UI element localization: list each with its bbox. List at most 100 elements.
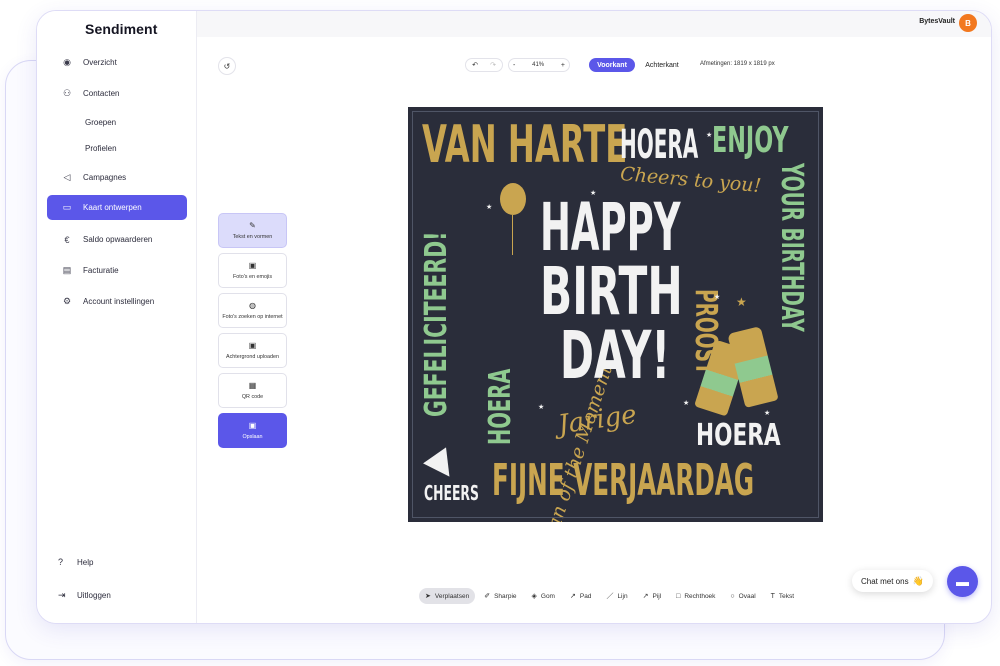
history-icon: ↺ [223, 61, 231, 71]
draw-tool-oval[interactable]: ○ Ovaal [724, 588, 761, 604]
sidebar-item-overzicht[interactable]: ◉ Overzicht [47, 50, 187, 75]
chat-prompt[interactable]: Chat met ons 👋 [852, 570, 933, 592]
app-stage: Sendiment ◉ Overzicht ⚇ Contacten Groepe… [0, 0, 1000, 666]
sidebar-item-groepen[interactable]: Groepen [47, 110, 187, 135]
balloon-string [512, 215, 513, 255]
sidebar-item-saldo-opwaarderen[interactable]: € Saldo opwaarderen [47, 227, 187, 252]
image-icon: ▣ [248, 340, 257, 350]
text-enjoy[interactable]: ENJOY [712, 123, 789, 159]
globe-icon: ◍ [249, 300, 256, 310]
history-button[interactable]: ↺ [218, 57, 236, 75]
sidebar-item-campagnes[interactable]: ◁ Campagnes [47, 165, 187, 190]
brand-logo[interactable]: Sendiment [85, 21, 157, 37]
wave-emoji: 👋 [912, 575, 924, 586]
draw-tool-eraser[interactable]: ◈ Gom [526, 588, 561, 604]
text-day[interactable]: DAY! [560, 323, 670, 389]
tool-label: Foto's en emojis [232, 273, 273, 280]
zoom-in-button[interactable]: + [557, 62, 569, 69]
undo-redo-group: ↶ ↷ [465, 58, 503, 72]
text-jarige[interactable]: Jarige [556, 400, 638, 441]
draw-tool-label: Tekst [778, 592, 795, 600]
zoom-level: 41% [532, 62, 545, 68]
image-icon: ▣ [248, 260, 257, 270]
megaphone-icon: ◁ [63, 172, 71, 182]
text-icon: T [770, 592, 775, 600]
text-hoera-right[interactable]: HOERA [696, 421, 781, 451]
text-happy[interactable]: HAPPY [540, 195, 680, 261]
qr-icon: ▦ [248, 380, 257, 390]
draw-tool-path[interactable]: ↗ Pad [564, 588, 597, 604]
cursor-icon: ➤ [425, 593, 431, 600]
star-icon: ★ [736, 295, 747, 309]
draw-tool-text[interactable]: T Tekst [765, 588, 800, 604]
pen-icon: ✎ [249, 220, 256, 230]
text-hoera-top[interactable]: HOERA [620, 125, 698, 165]
tool-text-shapes[interactable]: ✎ Tekst en vormen [218, 213, 287, 248]
sidebar-item-label: Facturatie [83, 266, 119, 275]
chat-button[interactable]: ▬ [947, 566, 978, 597]
tool-qr-code[interactable]: ▦ QR code [218, 373, 287, 408]
rectangle-icon: □ [676, 592, 681, 600]
sidebar-item-label: Groepen [85, 118, 117, 127]
sidebar-item-label: Overzicht [83, 58, 117, 67]
undo-icon[interactable]: ↶ [468, 61, 482, 69]
sidebar: Sendiment ◉ Overzicht ⚇ Contacten Groepe… [37, 11, 197, 623]
redo-icon[interactable]: ↷ [486, 61, 500, 69]
text-birth[interactable]: BIRTH [540, 259, 683, 325]
star-icon: ★ [538, 404, 545, 411]
text-gefeliciteerd[interactable]: GEFELICITEERD! [419, 232, 454, 417]
avatar[interactable]: B [959, 14, 977, 32]
tool-label: Opslaan [242, 433, 263, 440]
help-icon: ? [58, 557, 64, 567]
tool-label: Achtergrond uploaden [225, 353, 280, 360]
user-name[interactable]: BytesVault [919, 18, 955, 25]
save-button[interactable]: ▣ Opslaan [218, 413, 287, 448]
save-icon: ▣ [248, 420, 257, 430]
draw-tool-label: Pijl [652, 592, 662, 600]
sidebar-item-label: Profielen [85, 144, 117, 153]
text-cheers[interactable]: CHEERS [424, 483, 479, 503]
sidebar-item-label: Uitloggen [77, 591, 111, 600]
party-popper-illustration [423, 447, 461, 485]
eraser-icon: ◈ [531, 593, 537, 600]
back-side-button[interactable]: Achterkant [639, 58, 685, 72]
draw-tool-arrow[interactable]: ↗ Pijl [637, 588, 668, 604]
gear-icon: ⚙ [62, 296, 72, 306]
draw-tool-rectangle[interactable]: □ Rechthoek [670, 588, 721, 604]
sharpie-icon: ✐ [484, 593, 491, 600]
tool-upload-background[interactable]: ▣ Achtergrond uploaden [218, 333, 287, 368]
users-icon: ⚇ [62, 88, 72, 98]
star-icon: ★ [714, 294, 721, 301]
draw-tool-label: Ovaal [738, 592, 756, 600]
sidebar-item-facturatie[interactable]: ▤ Facturatie [47, 258, 187, 283]
sidebar-item-uitloggen[interactable]: ⇥ Uitloggen [58, 590, 111, 601]
tool-photos-emojis[interactable]: ▣ Foto's en emojis [218, 253, 287, 288]
star-icon: ★ [706, 132, 713, 139]
draw-tool-move[interactable]: ➤ Verplaatsen [419, 588, 476, 604]
draw-tool-sharpie[interactable]: ✐ Sharpie [478, 588, 522, 604]
path-icon: ↗ [569, 593, 576, 600]
zoom-out-button[interactable]: - [509, 62, 519, 69]
star-icon: ★ [683, 400, 690, 407]
draw-tool-label: Sharpie [494, 592, 517, 600]
chat-label: Chat met ons [861, 576, 909, 586]
front-side-button[interactable]: Voorkant [589, 58, 635, 72]
sidebar-item-profielen[interactable]: Profielen [47, 136, 187, 161]
balloon-illustration [500, 183, 526, 215]
sidebar-item-label: Help [77, 557, 94, 567]
card-canvas[interactable]: VAN HARTE HOERA ENJOY Cheers to you! GEF… [408, 107, 823, 522]
text-van-harte[interactable]: VAN HARTE [422, 119, 627, 171]
top-bar: BytesVault B [197, 11, 991, 37]
invoice-icon: ▤ [62, 265, 72, 275]
star-icon: ★ [590, 190, 597, 197]
text-hoera-left[interactable]: HOERA [483, 369, 518, 445]
sidebar-item-account-instellingen[interactable]: ⚙ Account instellingen [47, 289, 187, 314]
tool-search-photos[interactable]: ◍ Foto's zoeken op internet [218, 293, 287, 328]
draw-tool-line[interactable]: ／ Lijn [600, 588, 633, 604]
sidebar-item-help[interactable]: ? Help [58, 557, 93, 567]
text-your-birthday[interactable]: YOUR BIRTHDAY [774, 163, 809, 332]
text-fijne-verjaardag[interactable]: FIJNE VERJAARDAG [492, 459, 754, 503]
sidebar-item-contacten[interactable]: ⚇ Contacten [47, 81, 187, 106]
sidebar-item-kaart-ontwerpen[interactable]: ▭ Kaart ontwerpen [47, 195, 187, 220]
line-icon: ／ [606, 593, 614, 600]
